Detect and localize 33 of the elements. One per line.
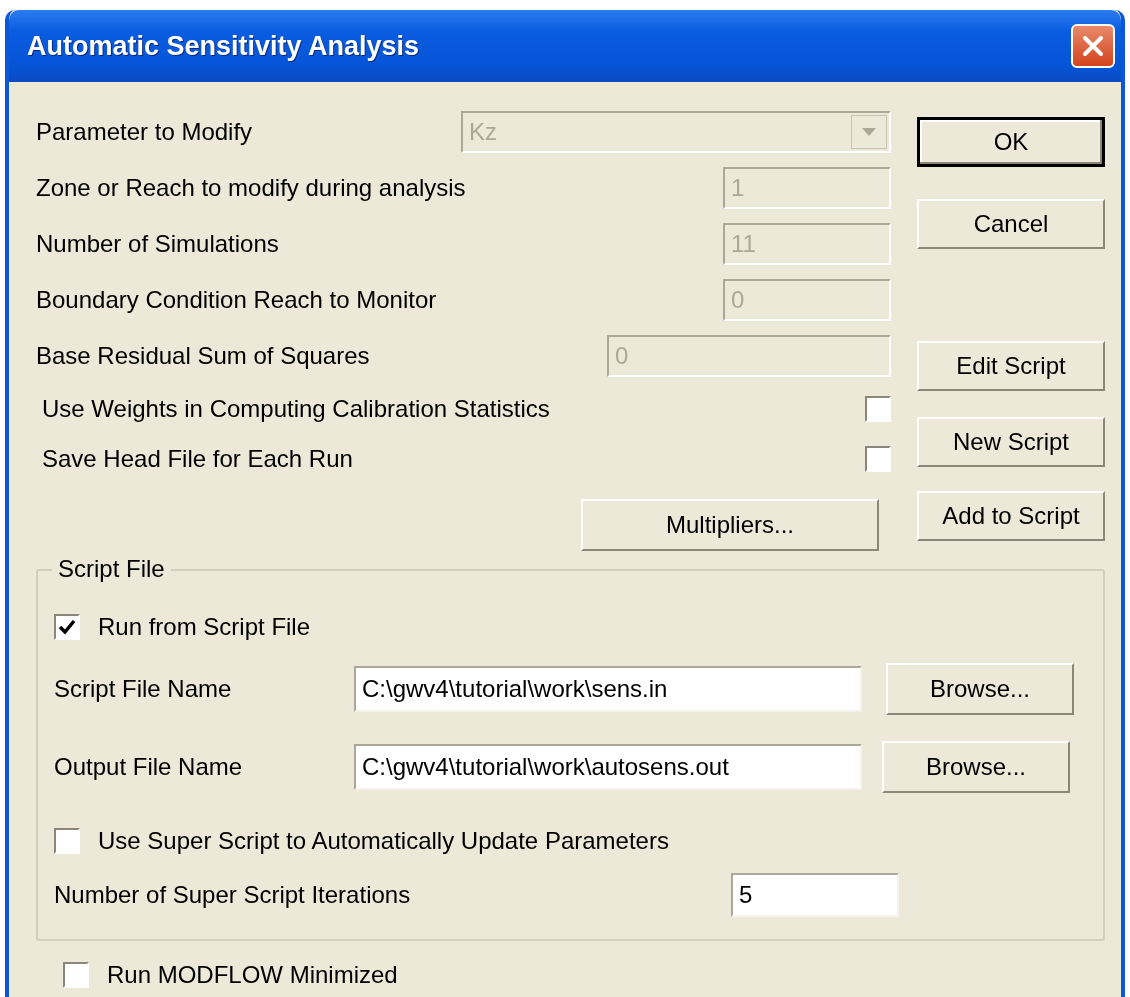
dialog-button[interactable]: New Script: [917, 417, 1105, 467]
browse-button[interactable]: Browse...: [882, 741, 1070, 793]
checkbox-label: Save Head File for Each Run: [42, 445, 353, 473]
dialog-button[interactable]: Edit Script: [917, 341, 1105, 391]
checkbox-label: Run from Script File: [98, 613, 311, 641]
window-title: Automatic Sensitivity Analysis: [27, 30, 420, 62]
field-label: Output File Name: [54, 753, 244, 781]
file-path-field[interactable]: C:\gwv4\tutorial\work\autosens.out: [354, 744, 862, 790]
dropdown-value: Kz: [469, 118, 497, 146]
field-label: Number of Simulations: [36, 230, 279, 258]
checkbox[interactable]: [54, 828, 80, 854]
browse-button[interactable]: Browse...: [886, 663, 1074, 715]
checkbox[interactable]: [54, 614, 80, 640]
dialog-button[interactable]: Add to Script: [917, 491, 1105, 541]
checkbox-label: Use Super Script to Automatically Update Parameters: [98, 827, 669, 855]
field-label: Parameter to Modify: [36, 118, 253, 146]
file-path-field[interactable]: C:\gwv4\tutorial\work\sens.in: [354, 666, 862, 712]
field-label: Zone or Reach to modify during analysis: [36, 174, 466, 202]
field-label: Script File Name: [54, 675, 233, 703]
field-label: Number of Super Script Iterations: [54, 881, 412, 909]
field-label: Boundary Condition Reach to Monitor: [36, 286, 437, 314]
close-button[interactable]: [1071, 24, 1115, 68]
checkbox-label: Use Weights in Computing Calibration Statistics: [42, 395, 550, 423]
dialog-button[interactable]: Cancel: [917, 199, 1105, 249]
multipliers-button[interactable]: Multipliers...: [581, 499, 879, 551]
checkbox[interactable]: [865, 396, 891, 422]
field-label: Base Residual Sum of Squares: [36, 342, 370, 370]
input-field[interactable]: 5: [731, 873, 899, 917]
checkbox-label: Run MODFLOW Minimized: [107, 961, 398, 989]
dialog-button[interactable]: OK: [917, 117, 1105, 167]
checkbox[interactable]: [865, 446, 891, 472]
close-icon: [1081, 34, 1105, 58]
checkbox[interactable]: [63, 962, 89, 988]
